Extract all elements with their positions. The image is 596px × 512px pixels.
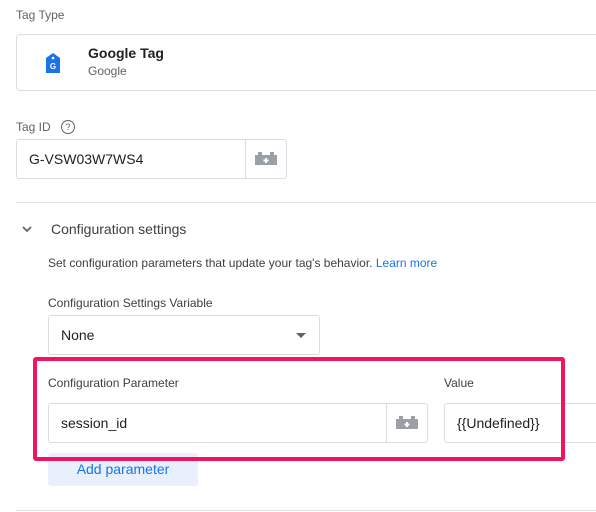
tag-id-value: G-VSW03W7WS4: [29, 151, 144, 167]
tag-type-card[interactable]: [16, 34, 596, 91]
caret-down-icon: [296, 333, 306, 338]
settings-variable-value: None: [61, 327, 95, 343]
learn-more-link[interactable]: Learn more: [376, 256, 437, 270]
tag-id-variable-button[interactable]: [245, 140, 286, 178]
tag-id-label: Tag ID: [16, 120, 51, 134]
variable-brick-icon: [255, 152, 277, 165]
tag-type-label: Tag Type: [16, 8, 65, 22]
help-icon[interactable]: ?: [61, 120, 75, 134]
settings-variable-label: Configuration Settings Variable: [48, 296, 213, 310]
google-tag-icon: G: [46, 53, 60, 73]
config-description-text: Set configuration parameters that update…: [48, 256, 373, 270]
tag-type-name: Google Tag: [88, 45, 164, 61]
chevron-down-icon[interactable]: [20, 222, 34, 236]
highlight-box: [33, 357, 565, 461]
tag-type-vendor: Google: [88, 64, 127, 78]
divider: [16, 202, 596, 203]
svg-text:G: G: [50, 62, 56, 71]
config-section-title[interactable]: Configuration settings: [51, 221, 186, 237]
divider: [16, 510, 596, 511]
config-description: Set configuration parameters that update…: [48, 256, 437, 270]
